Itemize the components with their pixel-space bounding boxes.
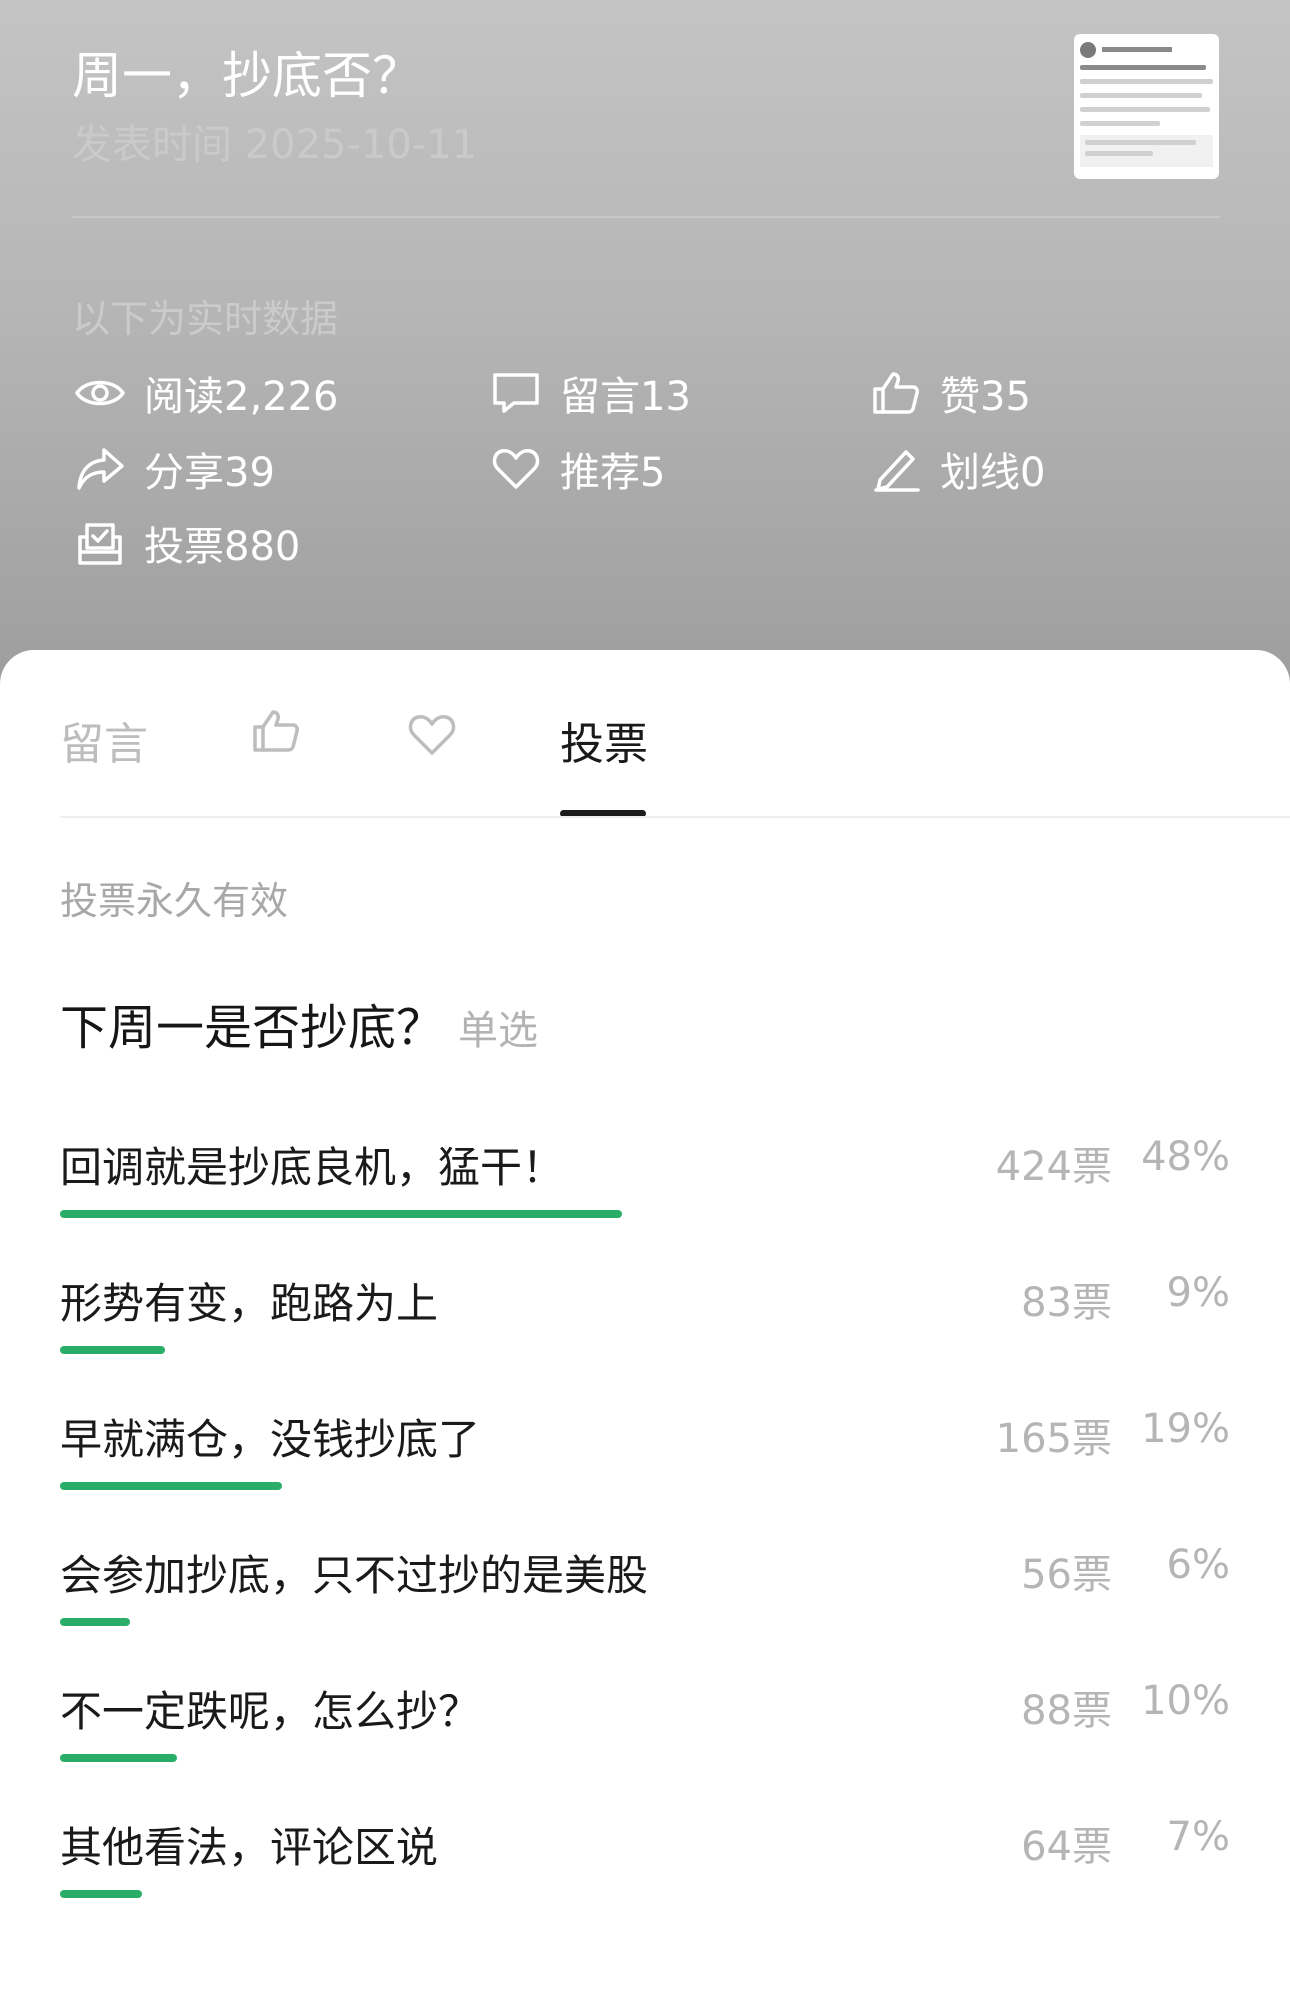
article-cover-thumbnail[interactable]: [1074, 34, 1219, 179]
poll-option-percent: 10%: [1141, 1678, 1230, 1724]
thumbs-up-icon: [868, 368, 924, 418]
poll-option-bar: [60, 1618, 130, 1626]
poll-option[interactable]: 形势有变，跑路为上 83票 9%: [0, 1270, 1290, 1406]
article-title: 周一，抄底否？: [72, 47, 422, 105]
poll-option-percent: 7%: [1166, 1814, 1230, 1860]
poll-option-label: 会参加抄底，只不过抄的是美股: [60, 1551, 649, 1600]
stat-reads: 阅读2,226: [72, 364, 339, 422]
poll-mode-tag: 单选: [458, 1008, 539, 1054]
tab-divider: [60, 816, 1290, 818]
poll-question: 下周一是否抄底？ 单选: [60, 988, 538, 1058]
poll-option-label: 形势有变，跑路为上: [60, 1279, 439, 1328]
vote-icon: [72, 518, 128, 568]
stat-likes-label: 赞35: [940, 374, 1031, 420]
stat-likes: 赞35: [868, 364, 1031, 422]
heart-icon: [488, 444, 544, 494]
poll-option-label: 早就满仓，没钱抄底了: [60, 1415, 481, 1464]
article-stats-header: 周一，抄底否？ 发表时间 2025-10-11 以下为实时数据 阅读2,226 …: [0, 0, 1290, 700]
stat-underlines-label: 划线0: [940, 450, 1046, 496]
poll-option-percent: 48%: [1141, 1134, 1230, 1180]
poll-option-bar: [60, 1890, 142, 1898]
poll-option-votes: 64票: [1021, 1824, 1112, 1870]
poll-option-votes: 424票: [995, 1144, 1112, 1190]
thumbs-up-icon: [250, 710, 302, 767]
tab-comments[interactable]: 留言: [60, 708, 148, 772]
tab-recommends[interactable]: [406, 710, 458, 771]
poll-option-percent: 9%: [1166, 1270, 1230, 1316]
poll-option[interactable]: 会参加抄底，只不过抄的是美股 56票 6%: [0, 1542, 1290, 1678]
poll-option[interactable]: 回调就是抄底良机，猛干！ 424票 48%: [0, 1134, 1290, 1270]
realtime-data-label: 以下为实时数据: [72, 297, 339, 341]
poll-option-label: 回调就是抄底良机，猛干！: [60, 1143, 565, 1192]
poll-option-percent: 6%: [1166, 1542, 1230, 1588]
stat-votes-label: 投票880: [144, 524, 301, 570]
poll-option[interactable]: 其他看法，评论区说 64票 7%: [0, 1814, 1290, 1950]
pen-icon: [868, 444, 924, 494]
poll-option-bar: [60, 1754, 177, 1762]
header-divider: [72, 216, 1220, 218]
tab-vote[interactable]: 投票: [560, 708, 648, 772]
stat-shares: 分享39: [72, 440, 275, 498]
share-icon: [72, 444, 128, 494]
poll-option-percent: 19%: [1141, 1406, 1230, 1452]
stat-votes: 投票880: [72, 514, 300, 572]
comment-icon: [488, 368, 544, 418]
stat-recommends: 推荐5: [488, 440, 665, 498]
stat-underlines: 划线0: [868, 440, 1045, 498]
poll-option-votes: 165票: [995, 1416, 1112, 1462]
stat-comments: 留言13: [488, 364, 691, 422]
stat-reads-label: 阅读2,226: [144, 374, 339, 420]
poll-option[interactable]: 早就满仓，没钱抄底了 165票 19%: [0, 1406, 1290, 1542]
publish-time: 发表时间 2025-10-11: [72, 122, 478, 168]
poll-option-votes: 88票: [1021, 1688, 1112, 1734]
poll-option-votes: 83票: [1021, 1280, 1112, 1326]
poll-validity: 投票永久有效: [60, 879, 289, 923]
tab-likes[interactable]: [250, 706, 302, 767]
poll-option-bar: [60, 1346, 165, 1354]
stat-recommends-label: 推荐5: [560, 450, 666, 496]
poll-option-label: 不一定跌呢，怎么抄？: [60, 1687, 481, 1736]
poll-option-label: 其他看法，评论区说: [60, 1823, 439, 1872]
stat-shares-label: 分享39: [144, 450, 275, 496]
poll-option[interactable]: 不一定跌呢，怎么抄？ 88票 10%: [0, 1678, 1290, 1814]
poll-option-bar: [60, 1210, 622, 1218]
poll-question-text: 下周一是否抄底？: [60, 1000, 445, 1056]
eye-icon: [72, 368, 128, 418]
poll-option-bar: [60, 1482, 282, 1490]
stat-comments-label: 留言13: [560, 374, 691, 420]
heart-icon: [406, 715, 458, 771]
poll-option-votes: 56票: [1021, 1552, 1112, 1598]
